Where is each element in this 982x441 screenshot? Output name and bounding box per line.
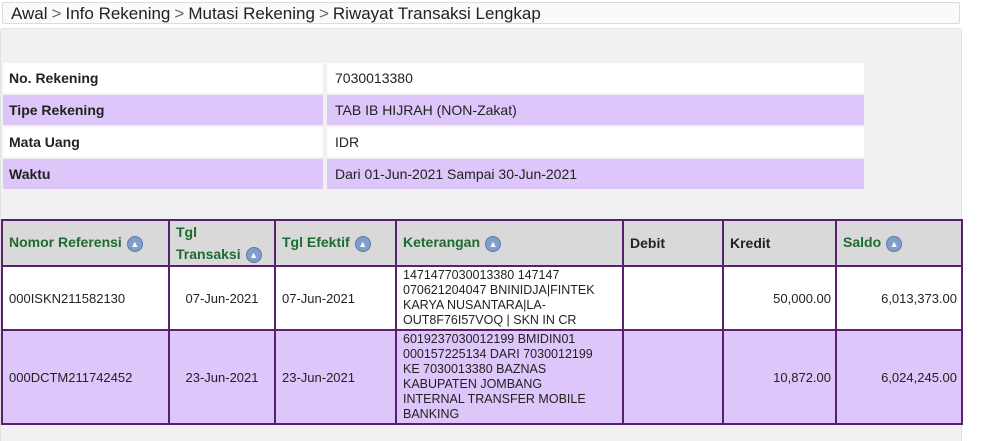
breadcrumb-separator: > [318, 4, 329, 23]
cell-kredit: 10,872.00 [722, 329, 837, 425]
period-value: Dari 01-Jun-2021 Sampai 30-Jun-2021 [327, 159, 864, 189]
cell-ref: 000ISKN211582130 [1, 265, 170, 331]
breadcrumb-info-rekening-link[interactable]: Info Rekening [65, 4, 170, 23]
cell-keterangan: 1471477030013380 147147 070621204047 BNI… [395, 265, 624, 331]
cell-tgl-efektif: 07-Jun-2021 [274, 265, 397, 331]
breadcrumb-current-page: Riwayat Transaksi Lengkap [332, 4, 541, 23]
account-number-value: 7030013380 [327, 63, 864, 93]
column-header-ref[interactable]: Nomor Referensi ▲ [1, 219, 170, 267]
currency-label: Mata Uang [3, 127, 323, 157]
account-info-table: No. Rekening 7030013380 Tipe Rekening TA… [3, 63, 864, 191]
breadcrumb-separator: > [174, 4, 185, 23]
cell-saldo: 6,024,245.00 [835, 329, 963, 425]
table-header-row: Nomor Referensi ▲ Tgl Transaksi ▲ Tgl Efekt… [1, 219, 963, 267]
sort-icon[interactable]: ▲ [126, 235, 143, 252]
table-row: 000ISKN211582130 07-Jun-2021 07-Jun-2021… [1, 265, 963, 331]
cell-debit [622, 265, 724, 331]
breadcrumb-home-link[interactable]: Awal [11, 4, 48, 23]
cell-tgl-transaksi: 07-Jun-2021 [168, 265, 276, 331]
column-header-tgl-efektif[interactable]: Tgl Efektif ▲ [274, 219, 397, 267]
account-number-label: No. Rekening [3, 63, 323, 93]
column-header-saldo[interactable]: Saldo ▲ [835, 219, 963, 267]
sort-icon[interactable]: ▲ [245, 247, 262, 264]
cell-kredit: 50,000.00 [722, 265, 837, 331]
cell-keterangan: 6019237030012199 BMIDIN01 000157225134 D… [395, 329, 624, 425]
cell-saldo: 6,013,373.00 [835, 265, 963, 331]
breadcrumb: Awal > Info Rekening > Mutasi Rekening > Riway… [2, 2, 960, 24]
table-row: 000DCTM211742452 23-Jun-2021 23-Jun-2021… [1, 329, 963, 425]
period-label: Waktu [3, 159, 323, 189]
account-info-row: Tipe Rekening TAB IB HIJRAH (NON-Zakat) [3, 95, 864, 125]
cell-ref: 000DCTM211742452 [1, 329, 170, 425]
column-header-keterangan[interactable]: Keterangan ▲ [395, 219, 624, 267]
column-header-tgl-transaksi[interactable]: Tgl Transaksi ▲ [168, 219, 276, 267]
column-header-kredit: Kredit [722, 219, 837, 267]
account-info-row: Mata Uang IDR [3, 127, 864, 157]
sort-icon[interactable]: ▲ [485, 235, 502, 252]
transaction-table: Nomor Referensi ▲ Tgl Transaksi ▲ Tgl Efekt… [1, 219, 963, 425]
cell-tgl-transaksi: 23-Jun-2021 [168, 329, 276, 425]
column-header-debit: Debit [622, 219, 724, 267]
account-info-row: Waktu Dari 01-Jun-2021 Sampai 30-Jun-202… [3, 159, 864, 189]
sort-icon[interactable]: ▲ [354, 235, 371, 252]
cell-tgl-efektif: 23-Jun-2021 [274, 329, 397, 425]
breadcrumb-separator: > [51, 4, 62, 23]
sort-icon[interactable]: ▲ [886, 235, 903, 252]
account-type-value: TAB IB HIJRAH (NON-Zakat) [327, 95, 864, 125]
currency-value: IDR [327, 127, 864, 157]
account-info-row: No. Rekening 7030013380 [3, 63, 864, 93]
cell-debit [622, 329, 724, 425]
account-type-label: Tipe Rekening [3, 95, 323, 125]
breadcrumb-mutasi-rekening-link[interactable]: Mutasi Rekening [188, 4, 315, 23]
